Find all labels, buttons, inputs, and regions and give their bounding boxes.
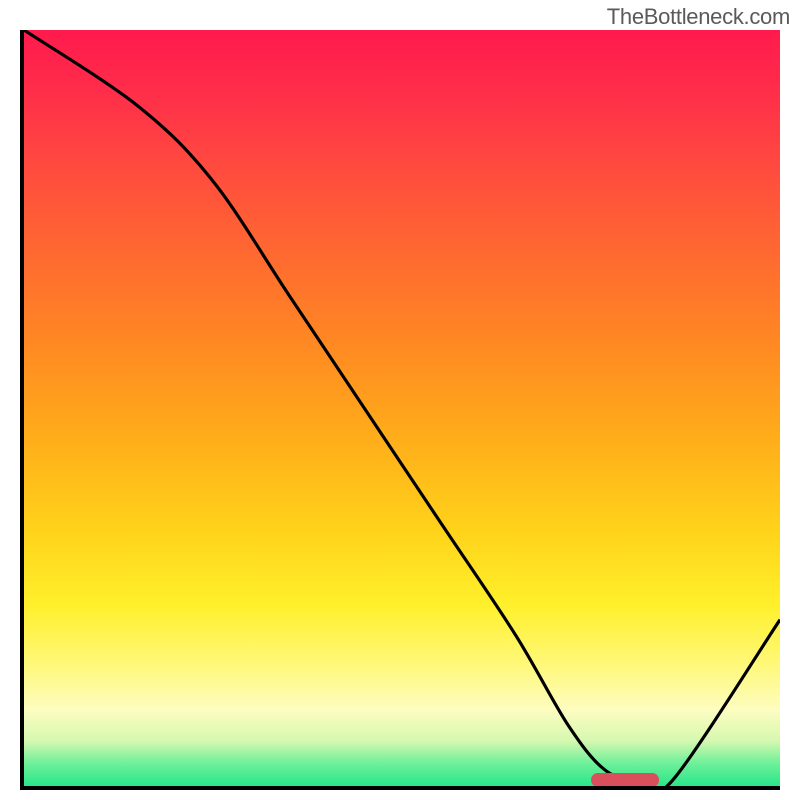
curve-layer: [24, 30, 780, 786]
watermark-text: TheBottleneck.com: [607, 4, 790, 30]
chart-plot-area: [20, 30, 780, 790]
optimal-zone-marker: [591, 773, 659, 786]
bottleneck-curve: [24, 30, 780, 786]
